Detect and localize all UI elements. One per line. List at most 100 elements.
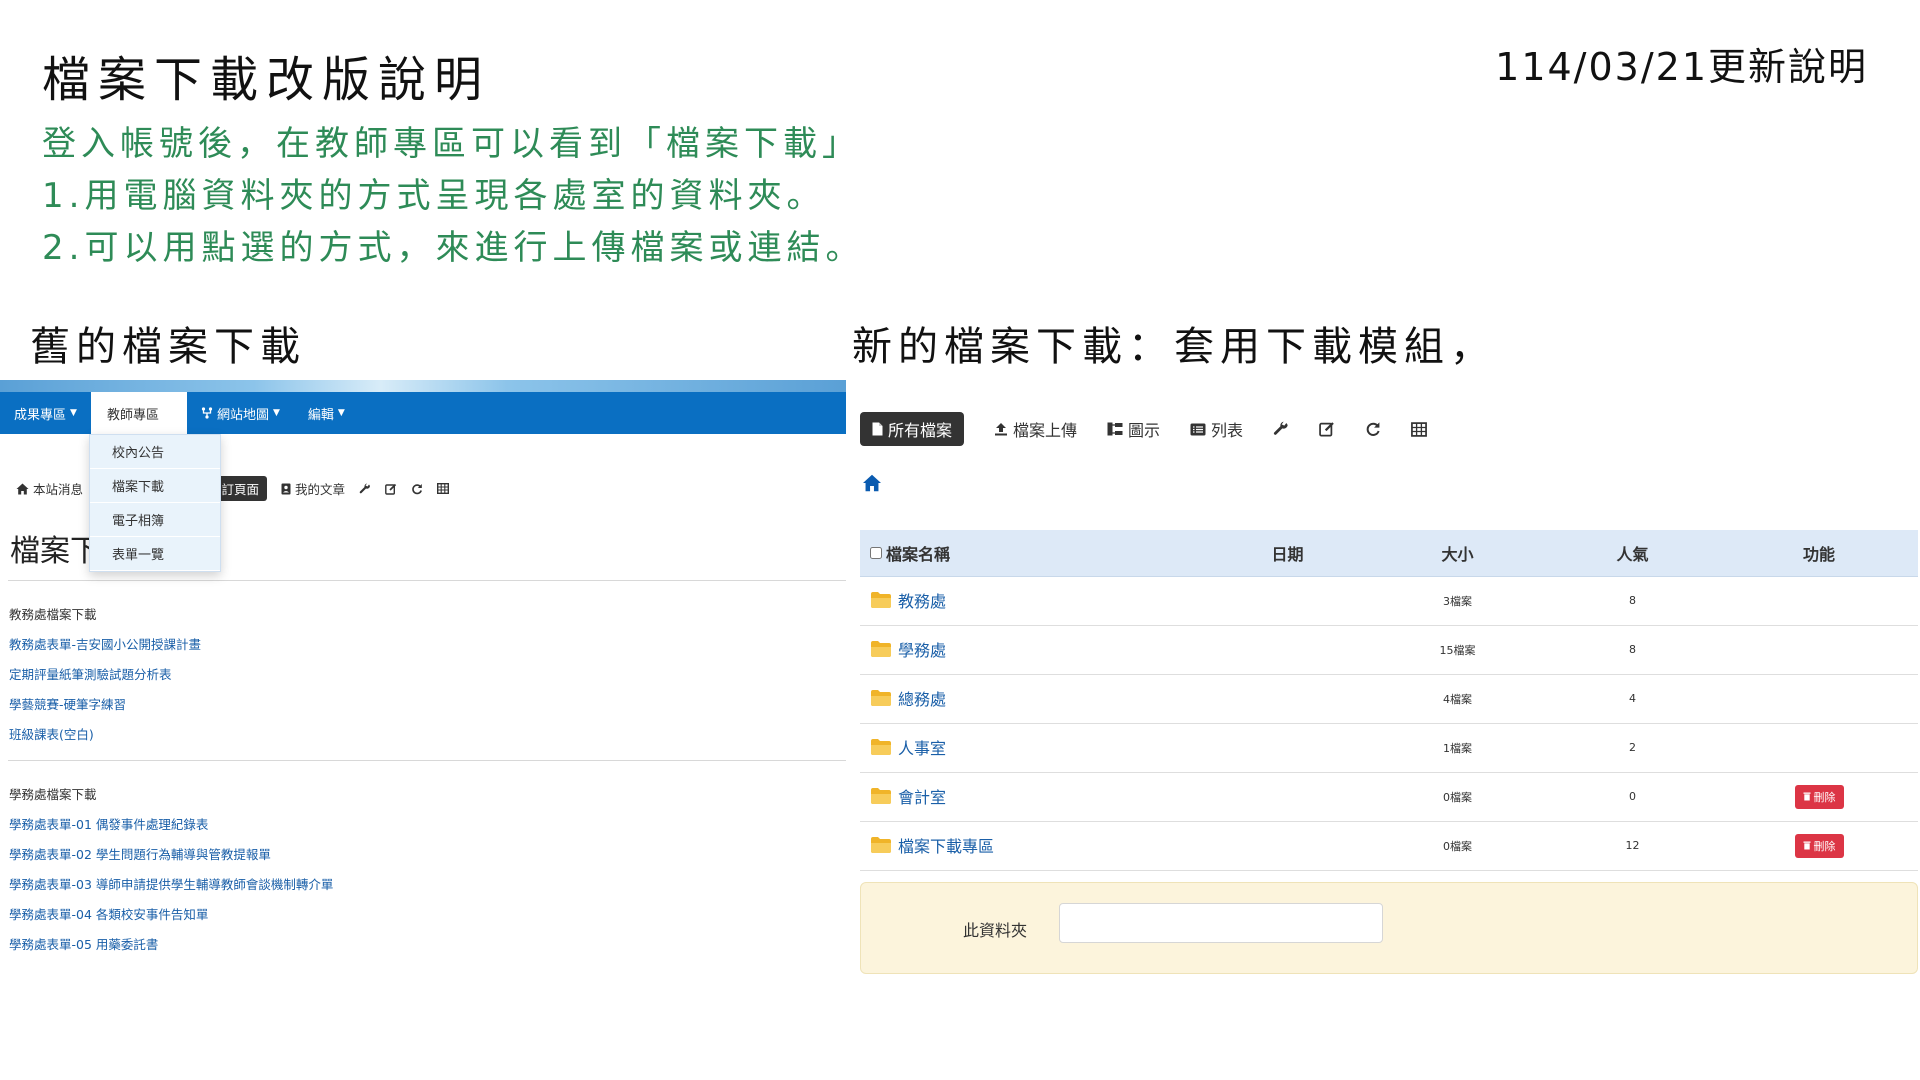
settings-button[interactable]: [359, 483, 371, 495]
old-file-download-screenshot: 成果專區 ▼ 教師專區 網站地圖 ▼ 編輯 ▼ 校內公告 檔案下載 電子相簿 表單一覽…: [0, 380, 846, 1020]
sitemap-icon: [1107, 422, 1123, 436]
table-row: 總務處 4檔案 4: [860, 674, 1918, 724]
cell-name: 教務處: [860, 576, 1205, 626]
folder-name: 教務處: [898, 592, 947, 611]
select-all-checkbox[interactable]: [870, 546, 882, 559]
table-row: 檔案下載專區 0檔案 12 刪除: [860, 821, 1918, 871]
file-icon: [872, 422, 883, 436]
file-link[interactable]: 教務處表單-吉安國小公開授課計畫: [9, 634, 201, 653]
nav-teacher-zone[interactable]: 教師專區: [90, 392, 187, 434]
diagram-view-button[interactable]: 圖示: [1107, 417, 1160, 441]
folder-name: 學務處: [898, 641, 947, 660]
cell-size: 1檔案: [1370, 723, 1545, 773]
folder-link[interactable]: 會計室: [870, 784, 946, 808]
cell-actions: [1720, 576, 1918, 626]
list-icon: [1190, 423, 1206, 435]
table-row: 會計室 0檔案 0 刪除: [860, 772, 1918, 822]
upload-icon: [995, 423, 1008, 436]
news-button[interactable]: 本站消息: [16, 479, 83, 498]
folder-link[interactable]: 教務處: [870, 588, 946, 612]
intro-line: 2.可以用點選的方式，來進行上傳檔案或連結。: [42, 228, 865, 268]
cell-date: [1205, 723, 1370, 773]
this-folder-input[interactable]: [1059, 903, 1383, 943]
cell-actions: [1720, 723, 1918, 773]
dropdown-item-announcements[interactable]: 校內公告: [90, 435, 220, 469]
my-articles-label: 我的文章: [295, 482, 346, 497]
home-breadcrumb[interactable]: [862, 474, 882, 496]
cell-actions: [1720, 625, 1918, 675]
edit-button[interactable]: [1319, 421, 1335, 437]
cell-popularity: 0: [1545, 772, 1720, 822]
delete-button[interactable]: 刪除: [1794, 833, 1844, 858]
table-row: 學務處 15檔案 8: [860, 625, 1918, 675]
file-link[interactable]: 定期評量紙筆測驗試題分析表: [9, 664, 172, 683]
nav-sitemap[interactable]: 網站地圖 ▼: [187, 392, 294, 434]
nav-label: 編輯: [307, 407, 334, 423]
cell-name: 總務處: [860, 674, 1205, 724]
divider: [8, 760, 846, 761]
nav-achievements[interactable]: 成果專區 ▼: [0, 392, 91, 434]
file-link[interactable]: 學務處表單-03 導師申請提供學生輔導教師會談機制轉介單: [9, 874, 333, 893]
old-main-nav: 成果專區 ▼ 教師專區 網站地圖 ▼ 編輯 ▼: [0, 392, 846, 434]
upload-button[interactable]: 檔案上傳: [994, 417, 1077, 441]
file-link[interactable]: 學務處表單-04 各類校安事件告知單: [9, 904, 208, 923]
file-link[interactable]: 學藝競賽-硬筆字練習: [9, 694, 126, 713]
cell-date: [1205, 625, 1370, 675]
edit-button[interactable]: [385, 483, 397, 495]
delete-button[interactable]: 刪除: [1794, 784, 1844, 809]
all-files-label: 所有檔案: [888, 421, 953, 440]
dropdown-item-photo-album[interactable]: 電子相簿: [90, 503, 220, 537]
folder-link[interactable]: 人事室: [870, 735, 946, 759]
cell-popularity: 12: [1545, 821, 1720, 871]
header-name: 檔案名稱: [860, 530, 1205, 577]
folder-icon: [871, 641, 891, 657]
cell-size: 0檔案: [1370, 772, 1545, 822]
cell-date: [1205, 674, 1370, 724]
cell-name: 學務處: [860, 625, 1205, 675]
folder-icon: [871, 788, 891, 804]
section-label: 學務處檔案下載: [9, 787, 97, 802]
divider: [8, 580, 846, 581]
dropdown-item-file-download[interactable]: 檔案下載: [90, 469, 220, 503]
nav-label: 網站地圖: [216, 407, 269, 423]
list-view-button[interactable]: 列表: [1190, 417, 1243, 441]
cell-size: 0檔案: [1370, 821, 1545, 871]
file-link[interactable]: 學務處表單-01 偶發事件處理紀錄表: [9, 814, 208, 833]
news-label: 本站消息: [33, 482, 84, 497]
folder-link[interactable]: 檔案下載專區: [870, 833, 994, 857]
cell-actions: 刪除: [1720, 772, 1918, 822]
cell-name: 人事室: [860, 723, 1205, 773]
header-name-label: 檔案名稱: [886, 544, 951, 564]
file-link[interactable]: 學務處表單-05 用藥委託書: [9, 934, 158, 953]
refresh-button[interactable]: [411, 483, 423, 495]
all-files-button[interactable]: 所有檔案: [860, 412, 965, 446]
new-toolbar: 所有檔案 檔案上傳 圖示 列表: [860, 412, 1427, 446]
caret-down-icon: ▼: [70, 408, 77, 418]
cell-popularity: 8: [1545, 576, 1720, 626]
intro-text: 登入帳號後，在教師專區可以看到「檔案下載」 1.用電腦資料夾的方式呈現各處室的資…: [42, 118, 864, 274]
settings-button[interactable]: [1273, 421, 1289, 437]
edit-icon: [1319, 422, 1334, 437]
table-icon: [1411, 421, 1427, 437]
cell-size: 4檔案: [1370, 674, 1545, 724]
folder-link[interactable]: 學務處: [870, 637, 946, 661]
table-icon: [437, 483, 450, 494]
nav-label: 教師專區: [106, 407, 159, 423]
trash-icon: [1803, 792, 1810, 801]
dropdown-item-form-list[interactable]: 表單一覽: [90, 537, 220, 571]
folder-link[interactable]: 總務處: [870, 686, 946, 710]
file-link[interactable]: 班級課表(空白): [9, 724, 94, 743]
my-articles-button[interactable]: 我的文章: [281, 479, 345, 498]
wrench-icon: [359, 483, 371, 493]
grid-button[interactable]: [437, 483, 450, 494]
cell-popularity: 4: [1545, 674, 1720, 724]
wrench-icon: [1273, 421, 1288, 435]
update-note: 114/03/21更新說明: [1495, 45, 1868, 89]
file-table: 檔案名稱 日期 大小 人氣 功能 教務處 3檔案 8 學務處 15檔案 8 總務處 4檔案 4 人…: [860, 530, 1918, 871]
home-icon: [863, 474, 881, 492]
file-link[interactable]: 學務處表單-02 學生問題行為輔導與管教提報單: [9, 844, 271, 863]
refresh-button[interactable]: [1365, 421, 1381, 437]
grid-button[interactable]: [1411, 421, 1427, 437]
nav-edit[interactable]: 編輯 ▼: [294, 392, 359, 434]
cell-date: [1205, 772, 1370, 822]
